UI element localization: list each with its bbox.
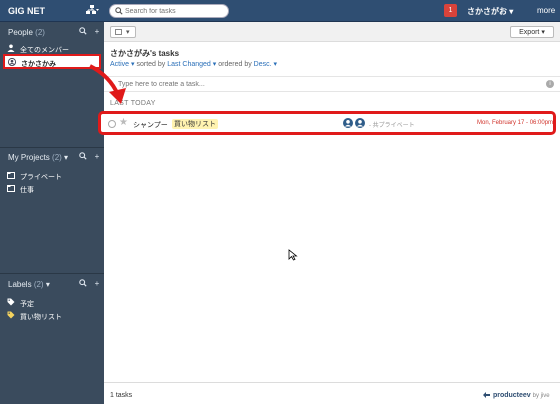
people-count: (2) [35, 28, 45, 37]
sidebar-item-label-shopping[interactable]: 買い物リスト [4, 310, 101, 322]
chevron-down-icon: ▾ [126, 29, 130, 36]
main-panel: ▾ Export ▾ さかさがみ's tasks Active ▾ sorted… [98, 22, 560, 404]
labels-title[interactable]: Labels (2) ▾ [8, 280, 50, 289]
more-menu[interactable]: more [537, 6, 555, 15]
sidebar: People (2) + 全てのメンバー さかさかみ My Projects (… [0, 22, 104, 404]
create-task-row: + i [104, 76, 560, 92]
folder-icon [7, 171, 16, 180]
follower-avatar[interactable] [355, 118, 365, 128]
select-all-checkbox[interactable] [115, 29, 122, 35]
sort-field-value: Last Changed [167, 61, 211, 68]
search-people-icon[interactable] [78, 27, 88, 37]
sidebar-item-label: 買い物リスト [20, 314, 62, 321]
projects-title[interactable]: My Projects (2) ▾ [8, 153, 68, 162]
top-bar: GIG NET 1 さかさがお ▾ more [0, 0, 560, 22]
plus-icon: + [110, 80, 115, 89]
sidebar-item-label: プライベート [20, 174, 62, 181]
brand-name[interactable]: GIG NET [8, 6, 45, 16]
task-label-tag[interactable]: 買い物リスト [172, 119, 218, 129]
sort-field-dropdown[interactable]: Last Changed ▾ [167, 61, 216, 68]
task-name[interactable]: シャンプー [133, 120, 168, 130]
task-complete-checkbox[interactable] [108, 120, 116, 128]
add-person-icon[interactable]: + [92, 27, 102, 37]
section-divider [0, 273, 104, 274]
export-button[interactable]: Export ▾ [510, 26, 554, 38]
order-dropdown[interactable]: Desc. ▾ [254, 61, 277, 68]
sidebar-item-label: さかさかみ [21, 61, 56, 68]
tag-icon [7, 298, 16, 307]
user-menu[interactable]: さかさがお ▾ [467, 6, 513, 17]
task-row[interactable]: ★ シャンプー 買い物リスト - 共プライベート Mon, February 1… [98, 111, 556, 135]
sidebar-item-label: 予定 [20, 301, 34, 308]
sidebar-item-selected-user[interactable]: さかさかみ [3, 54, 101, 69]
task-project[interactable]: - 共プライベート [369, 120, 415, 129]
org-menu-button[interactable] [86, 5, 99, 17]
select-all-dropdown[interactable]: ▾ [110, 26, 136, 38]
labels-count: (2) [33, 280, 44, 289]
labels-section-header: Labels (2) ▾ + [0, 276, 104, 292]
projects-title-text: My Projects [8, 153, 50, 162]
export-label: Export [519, 29, 540, 36]
projects-section-header: My Projects (2) ▾ + [0, 149, 104, 165]
create-task-input[interactable] [118, 79, 418, 90]
tag-icon [7, 311, 16, 320]
sidebar-item-project-private[interactable]: プライベート [4, 170, 101, 182]
producteev-logo[interactable]: producteev by jive [482, 391, 550, 399]
sorted-by-text: sorted by [136, 61, 166, 68]
labels-title-text: Labels [8, 280, 32, 289]
sidebar-item-label: 仕事 [20, 187, 34, 194]
footer-bar: 1 tasks producteev by jive [104, 382, 560, 404]
filter-value: Active [110, 61, 130, 68]
projects-count: (2) [52, 153, 62, 162]
info-icon[interactable]: i [546, 80, 554, 88]
producteev-logo-icon [483, 392, 490, 398]
search-box[interactable] [109, 4, 229, 18]
add-label-icon[interactable]: + [92, 279, 102, 289]
folder-icon [7, 184, 16, 193]
order-value: Desc. [253, 61, 272, 68]
task-group-label: LAST TODAY [110, 100, 156, 107]
people-section-header: People (2) + [0, 24, 104, 40]
section-divider [0, 147, 104, 148]
assignee-avatar[interactable] [343, 118, 353, 128]
people-icon [7, 44, 16, 53]
filter-dropdown[interactable]: Active ▾ [110, 61, 135, 68]
org-chart-icon [86, 5, 99, 14]
add-project-icon[interactable]: + [92, 152, 102, 162]
star-icon[interactable]: ★ [119, 117, 128, 128]
search-projects-icon[interactable] [78, 152, 88, 162]
user-icon [7, 57, 17, 67]
people-title-text: People [8, 28, 33, 37]
notification-badge[interactable]: 1 [444, 4, 457, 17]
task-count: 1 tasks [110, 392, 133, 399]
sort-options: Active ▾ sorted by Last Changed ▾ ordere… [110, 60, 277, 68]
search-input[interactable] [125, 6, 225, 17]
producteev-logo-text: producteev [492, 391, 531, 399]
mouse-cursor-icon [288, 249, 298, 261]
task-toolbar: ▾ Export ▾ [104, 22, 560, 42]
sidebar-item-label-schedule[interactable]: 予定 [4, 297, 101, 309]
user-name: さかさがお [467, 7, 507, 16]
search-labels-icon[interactable] [78, 279, 88, 289]
task-due-date[interactable]: Mon, February 17 - 06:00pm [477, 120, 553, 126]
people-title: People (2) [8, 28, 45, 37]
search-icon [115, 7, 123, 15]
ordered-by-text: ordered by [218, 61, 252, 68]
sidebar-item-project-work[interactable]: 仕事 [4, 183, 101, 195]
producteev-logo-by: by jive [532, 392, 550, 399]
page-title: さかさがみ's tasks [110, 49, 180, 58]
